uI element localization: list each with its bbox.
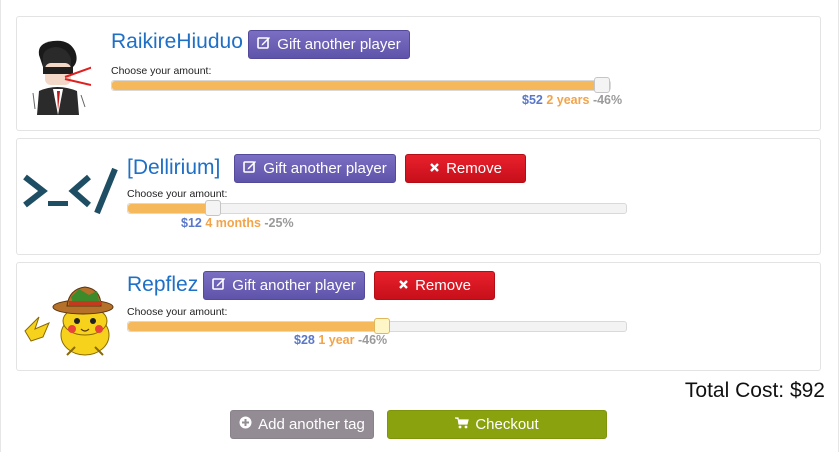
edit-icon [243,160,257,177]
player-name[interactable]: Repflez [127,273,198,297]
choose-amount-label: Choose your amount: [127,306,228,318]
total-cost: Total Cost: $92 [684,379,825,402]
price-summary: $28 1 year -46% [294,333,387,347]
checkout-button[interactable]: Checkout [387,410,607,439]
price-value: $12 [181,216,202,230]
player-avatar-raikire [25,37,94,115]
price-value: $52 [522,93,543,107]
checkout-label: Checkout [475,416,539,433]
gift-another-player-button[interactable]: Gift another player [203,271,365,300]
gift-another-player-button[interactable]: Gift another player [248,30,410,59]
gift-button-label: Gift another player [263,160,387,177]
amount-slider[interactable] [127,318,627,334]
duration-value: 1 year [318,333,355,347]
slider-fill [112,81,610,90]
remove-button-label: Remove [415,277,471,294]
choose-amount-label: Choose your amount: [111,65,212,77]
gift-another-player-button[interactable]: Gift another player [234,154,396,183]
duration-value: 4 months [205,216,261,230]
amount-slider[interactable] [127,200,627,216]
player-avatar-repflez [23,277,119,357]
choose-amount-label: Choose your amount: [127,188,228,200]
player-card-1: RaikireHiuduo Gift another player Choose… [16,16,821,131]
slider-fill [128,204,213,213]
player-card-2: [Dellirium] Gift another player Remove C… [16,138,821,255]
slider-handle[interactable] [374,318,390,334]
duration-value: 2 years [546,93,590,107]
plus-circle-icon [239,416,252,433]
x-icon [398,277,409,294]
player-name[interactable]: RaikireHiuduo [111,30,243,54]
player-name[interactable]: [Dellirium] [127,156,220,180]
remove-button-label: Remove [446,160,502,177]
remove-button[interactable]: Remove [405,154,526,183]
amount-slider[interactable] [111,77,611,93]
slider-fill [128,322,382,331]
slider-handle[interactable] [594,77,610,93]
player-card-3: Repflez Gift another player Remove Choos… [16,262,821,371]
gift-button-label: Gift another player [277,36,401,53]
player-avatar-dellirium [21,167,121,217]
remove-button[interactable]: Remove [374,271,495,300]
discount-value: -46% [592,93,623,107]
price-value: $28 [294,333,315,347]
x-icon [429,160,440,177]
edit-icon [212,277,226,294]
gift-button-label: Gift another player [232,277,356,294]
price-summary: $52 2 years -46% [522,93,622,107]
add-another-tag-button[interactable]: Add another tag [230,410,374,439]
add-tag-label: Add another tag [258,416,365,433]
cart-icon [455,416,470,433]
discount-value: -25% [264,216,294,230]
price-summary: $12 4 months -25% [181,216,294,230]
discount-value: -46% [357,333,388,347]
edit-icon [257,36,271,53]
slider-handle[interactable] [205,200,221,216]
